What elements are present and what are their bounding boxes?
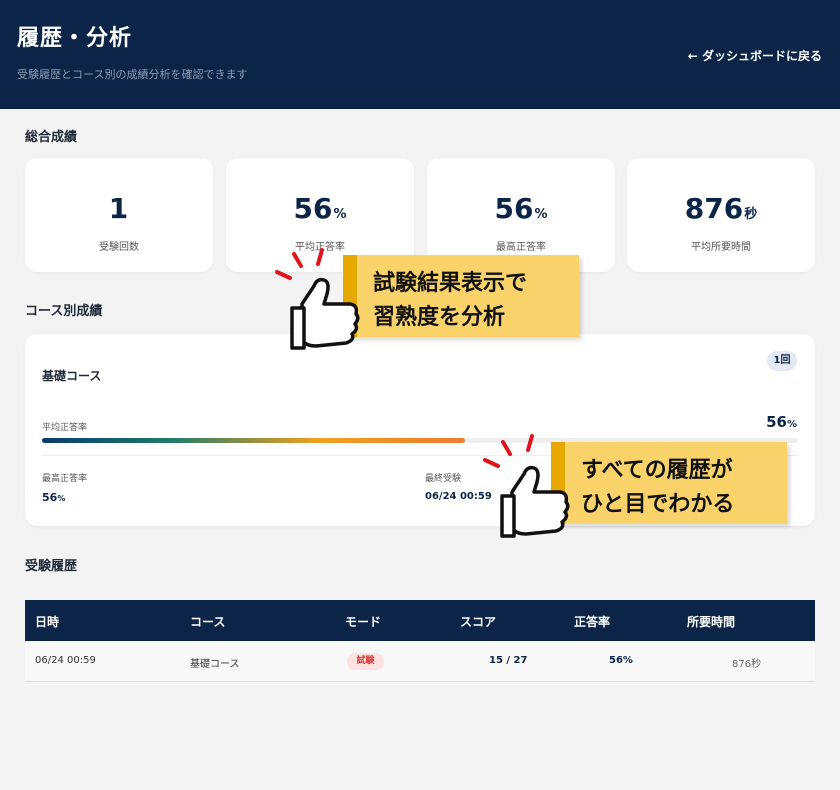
last-attempt-label: 最終受験 [425,474,462,484]
stat-value: 56% [293,192,347,225]
overall-section-title: 総合成績 [25,130,78,145]
page-subtitle: 受験履歴とコース別の成績分析を確認できます [17,68,248,81]
thumbs-up-icon [275,248,360,350]
promo-line: ひと目でわかる [581,492,735,517]
cell-datetime: 06/24 00:59 [35,655,96,666]
best-rate-label: 最高正答率 [42,474,88,484]
best-rate-value: 56% [42,491,66,504]
column-header-rate: 正答率 [574,615,611,629]
cell-rate: 56% [609,655,633,666]
stat-card-attempts: 1 受験回数 [25,158,213,272]
cell-time: 876秒 [732,659,762,670]
stat-value: 876秒 [684,192,758,225]
page-title: 履歴・分析 [17,25,133,51]
average-rate-value: 56% [766,413,797,431]
back-to-dashboard-link[interactable]: ← ダッシュボードに戻る [688,47,822,64]
promo-line: 習熟度を分析 [373,305,506,330]
column-header-score: スコア [460,615,497,629]
progress-fill [42,438,466,443]
page-header: 履歴・分析 受験履歴とコース別の成績分析を確認できます ← ダッシュボードに戻る [0,0,840,109]
promo-callout-history: すべての履歴が ひと目でわかる [551,442,787,524]
stat-card-average-time: 876秒 平均所要時間 [627,158,815,272]
thumbs-up-icon [483,434,570,538]
cell-score: 15 / 27 [489,655,528,666]
column-header-datetime: 日時 [35,615,60,629]
stat-label: 平均所要時間 [691,242,751,253]
history-section-title: 受験履歴 [25,559,78,574]
course-name: 基礎コース [42,369,102,383]
stat-label: 受験回数 [99,242,139,253]
cell-course: 基礎コース [190,659,240,670]
attempt-count-badge: 1回 [767,351,797,371]
table-row[interactable]: 06/24 00:59 基礎コース 試験 15 / 27 56% 876秒 [25,641,815,682]
promo-line: すべての履歴が [581,458,733,483]
column-header-mode: モード [345,615,382,629]
stat-value: 1 [108,192,129,225]
promo-line: 試験結果表示で [373,271,528,296]
history-table-header: 日時 コース モード スコア 正答率 所要時間 [25,600,815,641]
average-rate-label: 平均正答率 [42,423,88,433]
column-header-course: コース [190,615,226,629]
stat-label: 最高正答率 [496,242,546,253]
column-header-time: 所要時間 [687,615,736,629]
stat-value: 56% [494,192,548,225]
promo-callout-analysis: 試験結果表示で 習熟度を分析 [343,255,579,337]
mode-badge: 試験 [347,653,384,670]
course-section-title: コース別成績 [25,304,103,319]
